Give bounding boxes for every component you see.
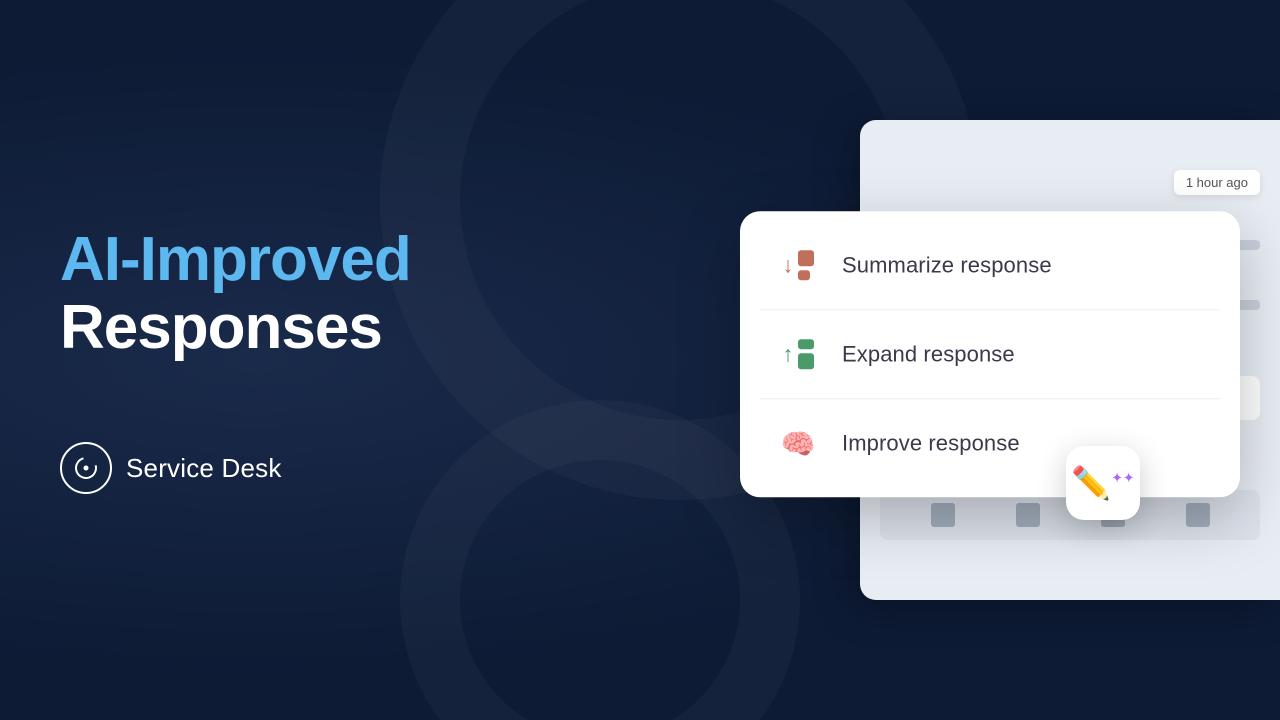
expand-icon: ↑ xyxy=(776,332,820,376)
improve-icon: 🧠 xyxy=(776,421,820,465)
ai-wand-button[interactable]: ✏️✦✦ xyxy=(1066,446,1140,520)
brain-icon: 🧠 xyxy=(781,427,816,460)
logo-dot-icon xyxy=(84,466,89,471)
timestamp-badge: 1 hour ago xyxy=(1174,170,1260,195)
brand-logo xyxy=(60,442,112,494)
menu-item-improve[interactable]: 🧠 Improve response xyxy=(740,399,1240,487)
summarize-label: Summarize response xyxy=(842,252,1052,278)
expand-label: Expand response xyxy=(842,341,1015,367)
menu-item-summarize[interactable]: ↓ Summarize response xyxy=(740,221,1240,309)
expand-blocks-icon xyxy=(798,339,814,369)
bottom-icon-attach xyxy=(931,503,955,527)
headline-line1: AI-Improved xyxy=(60,226,560,294)
expand-arrow-icon: ↑ xyxy=(783,341,794,367)
dropdown-card: ↓ Summarize response ↑ xyxy=(740,211,1240,497)
bottom-icon-chat xyxy=(1186,503,1210,527)
improve-label: Improve response xyxy=(842,430,1020,456)
menu-item-expand[interactable]: ↑ Expand response xyxy=(740,310,1240,398)
brand-name: Service Desk xyxy=(126,453,282,484)
left-panel: AI-Improved Responses Service Desk xyxy=(60,0,560,720)
wand-icon: ✏️✦✦ xyxy=(1071,467,1134,499)
summarize-blocks-icon xyxy=(798,250,814,280)
headline: AI-Improved Responses xyxy=(60,226,560,362)
bottom-icon-image xyxy=(1016,503,1040,527)
brand-logo-inner xyxy=(72,454,100,482)
brand: Service Desk xyxy=(60,442,560,494)
summarize-icon: ↓ xyxy=(776,243,820,287)
summarize-arrow-icon: ↓ xyxy=(783,252,794,278)
right-panel: 1 hour ago xyxy=(600,0,1280,720)
headline-line2: Responses xyxy=(60,294,560,362)
